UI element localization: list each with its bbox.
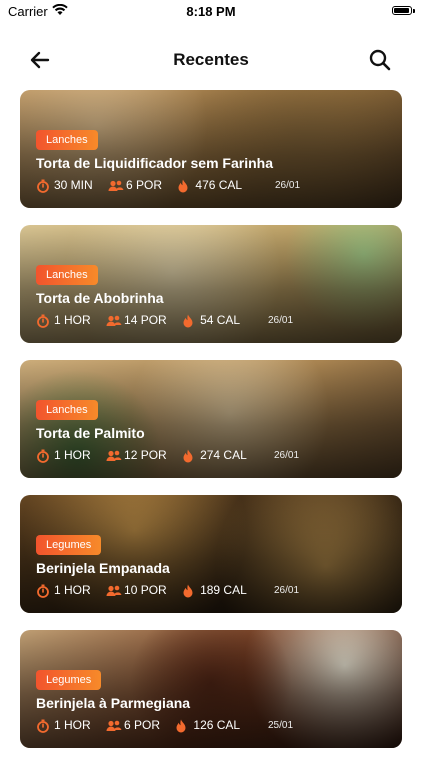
calories: 189 CAL [200,583,247,598]
timer-icon [36,584,50,599]
recipe-card-5[interactable]: Legumes Berinjela à Parmegiana 1 HOR 6 P… [20,630,402,748]
timer-icon [36,314,50,329]
calories: 54 CAL [200,313,241,328]
calories: 126 CAL [193,718,241,733]
recipe-title: Berinjela Empanada [36,560,170,576]
people-icon [106,719,122,733]
calories: 274 CAL [200,448,247,463]
servings: 6 POR [126,178,163,193]
category-badge: Lanches [36,130,98,150]
people-icon [106,314,122,328]
people-icon [108,179,124,193]
category-badge: Legumes [36,670,102,690]
recipe-date: 26/01 [274,450,300,461]
recipe-card-3[interactable]: Lanches Torta de Palmito 1 HOR 12 POR 27… [20,360,402,478]
servings: 12 POR [124,448,167,463]
servings: 10 POR [124,583,167,598]
search-icon[interactable] [368,48,392,72]
flame-icon [175,719,189,733]
prep-time: 30 MIN [54,178,93,193]
clock: 8:18 PM [186,4,236,19]
recipe-list: Lanches Torta de Liquidificador sem Fari… [20,90,402,765]
prep-time: 1 HOR [54,313,91,328]
timer-icon [36,179,50,194]
recipe-meta: 30 MIN 6 POR 476 CAL [36,178,254,194]
category-badge: Lanches [36,400,98,420]
recipe-meta: 1 HOR 6 POR 126 CAL [36,718,252,734]
recipe-date: 26/01 [268,315,294,326]
timer-icon [36,449,50,464]
people-icon [106,449,122,463]
category-badge: Lanches [36,265,98,285]
recipe-card-2[interactable]: Lanches Torta de Abobrinha 1 HOR 14 POR … [20,225,402,343]
recipe-date: 26/01 [275,180,301,191]
flame-icon [177,179,191,193]
recipe-meta: 1 HOR 10 POR 189 CAL [36,583,259,599]
recipe-title: Berinjela à Parmegiana [36,695,191,711]
recipe-meta: 1 HOR 14 POR 54 CAL [36,313,252,329]
flame-icon [182,449,196,463]
timer-icon [36,719,50,734]
servings: 6 POR [124,718,161,733]
flame-icon [182,314,196,328]
status-bar: Carrier 8:18 PM [0,0,422,24]
page-title: Recentes [173,50,249,69]
recipe-title: Torta de Liquidificador sem Farinha [36,155,273,171]
category-badge: Legumes [36,535,102,555]
recipe-meta: 1 HOR 12 POR 274 CAL [36,448,259,464]
prep-time: 1 HOR [54,448,91,463]
recipe-card-4[interactable]: Legumes Berinjela Empanada 1 HOR 10 POR … [20,495,402,613]
prep-time: 1 HOR [54,718,91,733]
flame-icon [182,584,196,598]
battery-icon [392,6,415,15]
recipe-date: 25/01 [268,720,294,731]
people-icon [106,584,122,598]
servings: 14 POR [124,313,167,328]
prep-time: 1 HOR [54,583,91,598]
navigation-bar: Recentes [0,40,422,80]
recipe-title: Torta de Palmito [36,425,145,441]
recipe-card-1[interactable]: Lanches Torta de Liquidificador sem Fari… [20,90,402,208]
recipe-date: 26/01 [274,585,300,596]
recipe-title: Torta de Abobrinha [36,290,164,306]
calories: 476 CAL [195,178,243,193]
